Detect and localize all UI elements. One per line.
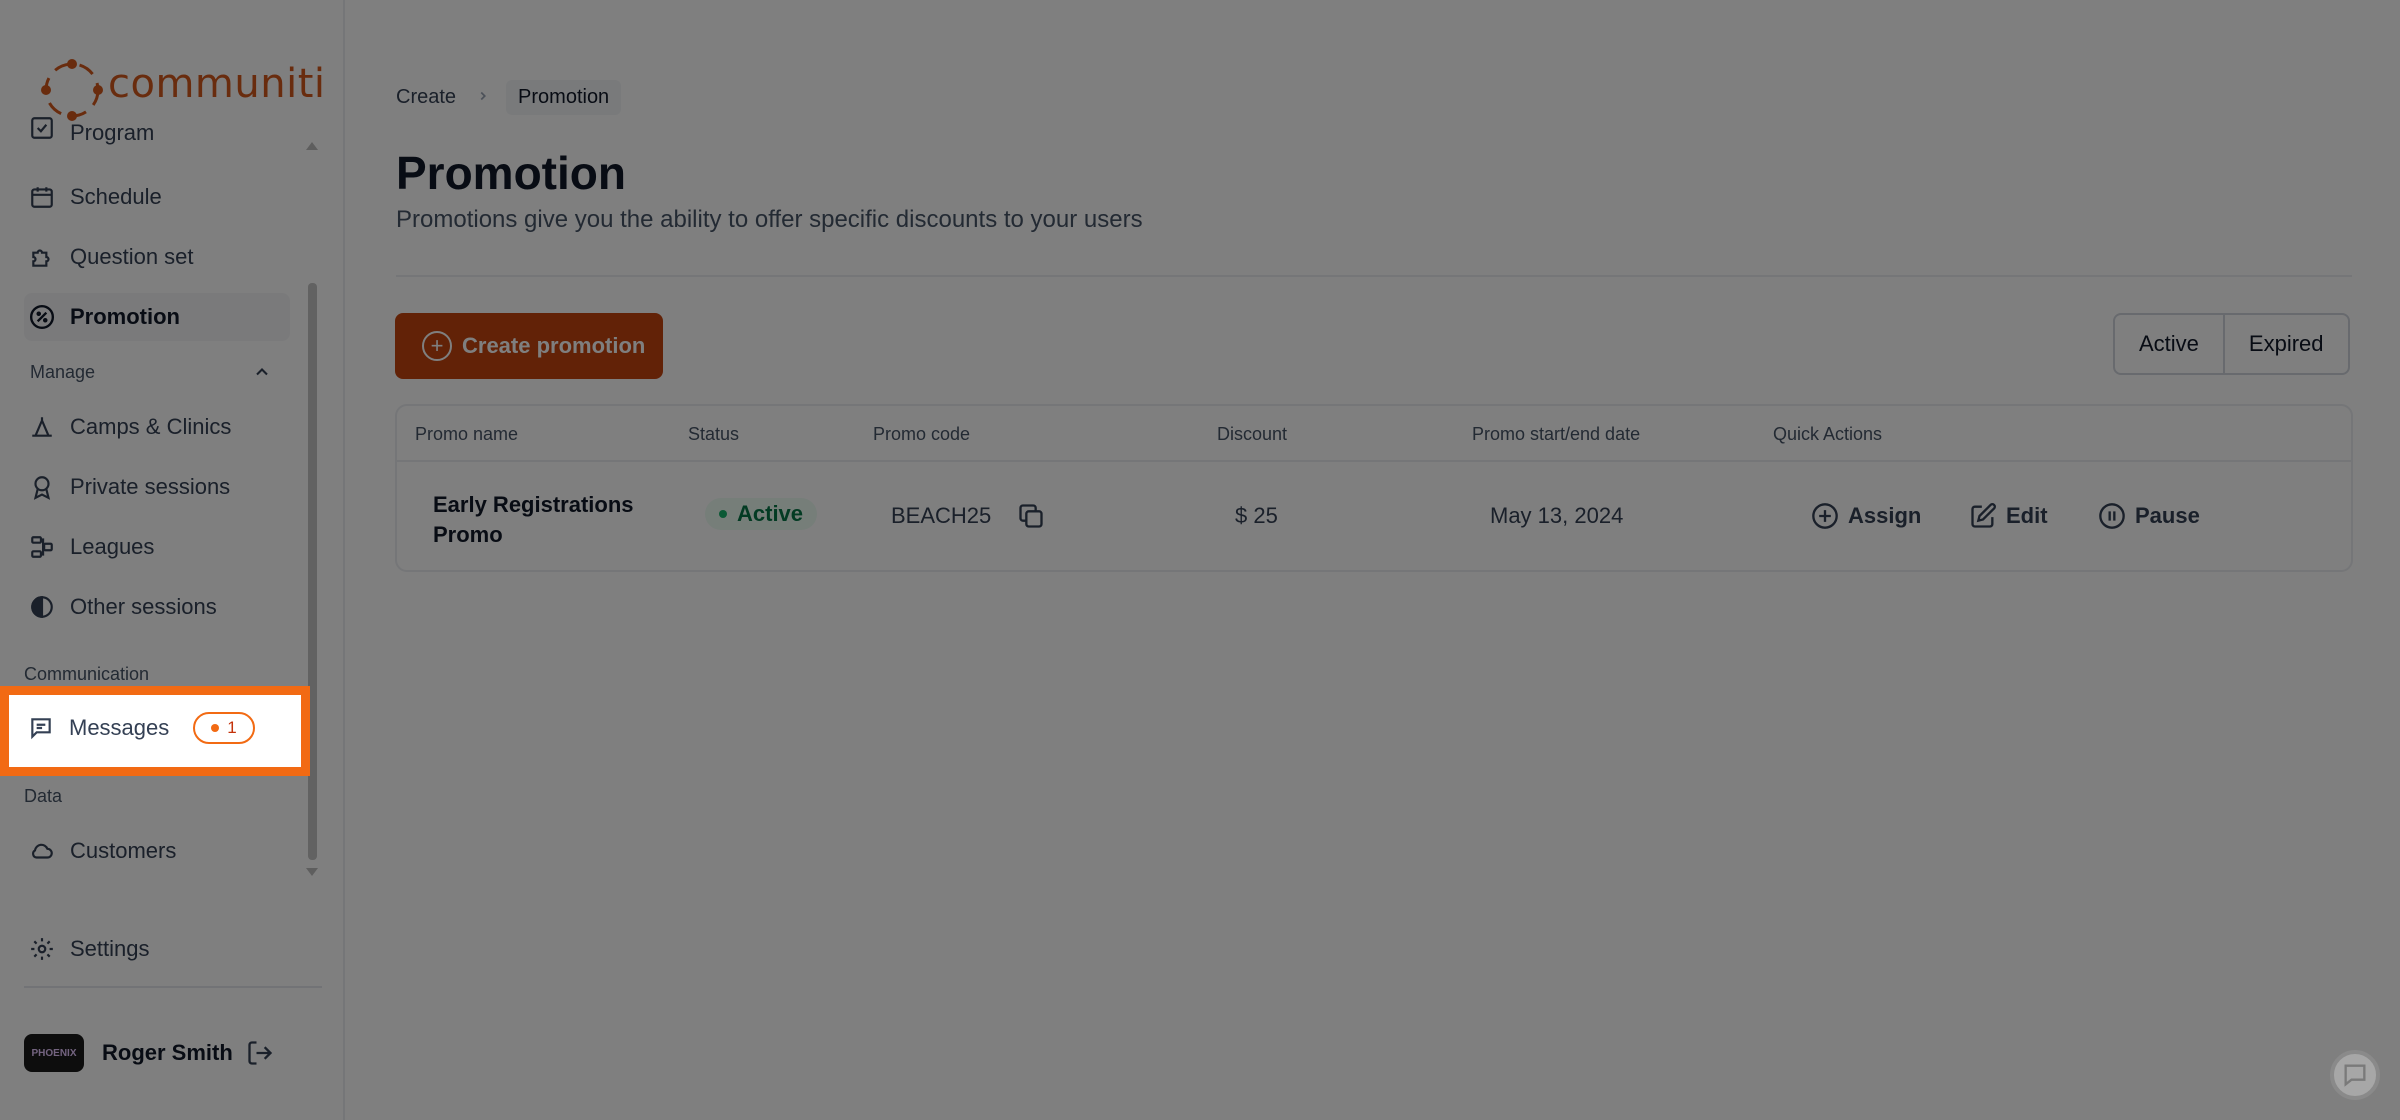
create-promotion-button[interactable]: + Create promotion [395,313,663,379]
sidebar-item-label: Other sessions [70,594,217,619]
promo-name: Early Registrations Promo [433,490,634,550]
unread-count-badge: 1 [193,712,255,744]
sidebar-divider [24,986,322,988]
sidebar-item-label: Messages [69,715,170,740]
page-title: Promotion [396,147,626,199]
edit-icon [1968,501,1998,531]
header-divider [396,275,2352,277]
pause-button[interactable]: Pause [2097,501,2200,531]
message-icon [23,710,59,746]
sidebar-item-label: Settings [70,936,150,961]
assign-label: Assign [1848,503,1922,528]
page-subtitle: Promotions give you the ability to offer… [396,206,1143,233]
plus-circle-icon: + [422,331,452,361]
help-chat-button[interactable] [2330,1050,2380,1100]
sidebar-item-label: Private sessions [70,474,231,499]
table-header: Promo name Status Promo code Discount Pr… [397,406,2351,462]
sidebar-item-label: Promotion [70,304,180,329]
sidebar-item-schedule[interactable]: Schedule [24,173,290,221]
sidebar: communiti Program Schedule Question set … [0,0,345,1120]
sidebar-item-question-set[interactable]: Question set [24,233,290,281]
breadcrumb-root[interactable]: Create [396,86,456,109]
puzzle-icon [24,239,60,275]
logout-icon[interactable] [245,1038,275,1068]
promo-code: BEACH25 [891,503,992,528]
sidebar-item-label: Camps & Clinics [70,414,232,439]
assign-button[interactable]: Assign [1810,501,1921,531]
bracket-icon [24,529,60,565]
sidebar-item-customers[interactable]: Customers [24,827,290,875]
sidebar-item-promotion[interactable]: Promotion [24,293,290,341]
section-label-data: Data [24,786,63,806]
user-profile[interactable]: PHOENIX Roger Smith [24,1034,275,1072]
avatar: PHOENIX [24,1034,84,1072]
column-header-dates: Promo start/end date [1472,424,1641,444]
copy-icon[interactable] [1017,502,1045,535]
promotions-table: Promo name Status Promo code Discount Pr… [395,404,2353,572]
sidebar-item-label: Schedule [70,184,162,209]
create-promotion-label: Create promotion [462,333,646,358]
sidebar-item-label: Customers [70,838,177,863]
avatar-text: PHOENIX [31,1047,77,1059]
sidebar-item-messages[interactable]: Messages 1 [23,710,255,746]
award-icon [24,469,60,505]
program-icon [24,112,60,146]
sidebar-item-private-sessions[interactable]: Private sessions [24,463,290,511]
sidebar-item-settings[interactable]: Settings [24,925,290,973]
sidebar-item-label: Leagues [70,534,155,559]
chevron-up-icon[interactable] [252,362,272,387]
column-header-discount: Discount [1217,424,1288,444]
sidebar-item-other-sessions[interactable]: Other sessions [24,583,290,631]
breadcrumb: Create Promotion [396,80,622,115]
sidebar-item-label: Question set [70,244,194,269]
breadcrumb-current: Promotion [506,80,622,115]
sidebar-item-program[interactable]: Program [24,112,290,146]
status-badge: Active [705,498,818,530]
calendar-icon [24,179,60,215]
badge-count: 1 [227,718,237,737]
column-header-quick-actions: Quick Actions [1773,424,1883,444]
discount-value: $ 25 [1235,503,1278,528]
badge-dot [211,724,220,732]
status-filter-toggle: Active Expired [2113,313,2350,375]
column-header-status: Status [688,424,740,444]
half-circle-icon [24,589,60,625]
promo-date: May 13, 2024 [1490,503,1624,528]
cloud-icon [24,833,60,869]
user-name: Roger Smith [102,1040,233,1065]
status-dot [719,510,727,518]
pause-circle-icon [2097,501,2127,531]
sidebar-item-leagues[interactable]: Leagues [24,523,290,571]
edit-label: Edit [2006,503,2048,528]
pause-label: Pause [2135,503,2200,528]
column-header-promo-code: Promo code [873,424,971,444]
status-text: Active [737,501,804,526]
messages-highlight: Messages 1 [0,686,310,776]
column-header-promo-name: Promo name [415,424,519,444]
chevron-right-icon [476,86,490,109]
brand-name: communiti [108,61,326,107]
section-label-communication: Communication [24,664,150,684]
gear-icon [24,931,60,967]
chat-icon [2344,1064,2366,1087]
filter-active-button[interactable]: Active [2115,315,2223,373]
section-label-manage: Manage [30,362,96,382]
scroll-up-arrow[interactable] [306,142,318,150]
sidebar-item-camps-clinics[interactable]: Camps & Clinics [24,403,290,451]
scroll-down-arrow[interactable] [306,868,318,876]
filter-expired-button[interactable]: Expired [2225,315,2348,373]
plus-circle-icon [1810,501,1840,531]
camp-icon [24,409,60,445]
edit-button[interactable]: Edit [1968,501,2048,531]
promo-name-line-2: Promo [433,522,503,547]
percent-icon [24,299,60,335]
sidebar-item-label: Program [70,120,155,145]
promo-name-line-1: Early Registrations [433,492,634,517]
